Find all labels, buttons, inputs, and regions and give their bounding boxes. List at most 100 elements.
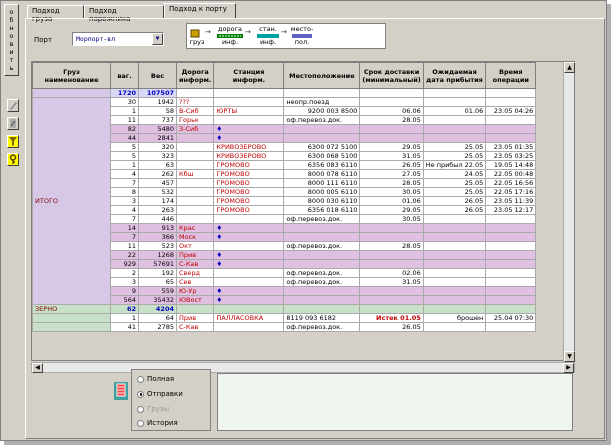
deadline-cell[interactable] [359,250,424,260]
operation-time-cell[interactable] [485,286,537,296]
column-header[interactable]: ваг. [110,62,139,89]
wagons-cell[interactable]: 9 [110,286,139,296]
location-cell[interactable]: 6356 018 6110 [283,205,361,215]
operation-time-cell[interactable]: 23.05 04:26 [485,106,537,116]
expand-marker-icon[interactable]: ♦ [213,295,285,305]
wagons-cell[interactable]: 564 [110,295,139,305]
deadline-cell[interactable]: 30.05 [359,214,424,224]
expected-date-cell[interactable] [422,124,487,134]
tool-key-icon[interactable] [7,153,19,166]
expand-marker-icon[interactable]: ♦ [213,232,285,242]
total-wagons[interactable]: 1720 [110,88,139,98]
deadline-cell[interactable]: 28.05 [359,241,424,251]
deadline-cell[interactable] [359,97,424,107]
station-cell[interactable] [213,97,285,107]
expected-date-cell[interactable]: 26.05 [422,205,487,215]
expected-date-cell[interactable]: Не прибыл 22.05 [422,160,487,170]
wagons-cell[interactable]: 1 [110,106,139,116]
expected-date-cell[interactable] [422,286,487,296]
station-cell[interactable]: ГРОМОВО [213,187,285,197]
vertical-scrollbar[interactable]: ▲ ▼ [563,62,575,362]
expected-date-cell[interactable]: 24.05 [422,169,487,179]
weight-cell[interactable]: 323 [138,151,177,161]
wagons-cell[interactable]: 7 [110,178,139,188]
column-header[interactable]: Дорога информ. [175,62,215,89]
weight-cell[interactable]: 192 [138,268,177,278]
wagons-cell[interactable]: 2 [110,268,139,278]
road-cell[interactable]: Прив [175,250,215,260]
weight-cell[interactable]: 737 [138,115,177,125]
expected-date-cell[interactable] [422,295,487,305]
operation-time-cell[interactable]: 23.05 12:17 [485,205,537,215]
operation-time-cell[interactable] [485,250,537,260]
port-select[interactable]: Морпорт-вл ▼ [72,32,164,46]
location-cell[interactable]: 8000 030 6110 [283,196,361,206]
operation-time-cell[interactable] [485,214,537,224]
wagons-cell[interactable]: 11 [110,115,139,125]
location-cell[interactable]: 8000 005 6110 [283,187,361,197]
weight-cell[interactable]: 2841 [138,133,177,143]
empty-cell[interactable] [283,88,361,98]
group-cell[interactable] [32,313,111,323]
column-header[interactable]: Местоположение [283,62,361,89]
expand-marker-icon[interactable]: ♦ [213,133,285,143]
location-cell[interactable] [283,124,361,134]
wagons-cell[interactable]: 44 [110,133,139,143]
weight-cell[interactable]: 2785 [138,322,177,332]
location-cell[interactable] [283,133,361,143]
table-row[interactable]: 41 2785 С-Кав оф.перевоз.док. 26.05 [32,322,537,332]
wagons-cell[interactable]: 1 [110,160,139,170]
expand-marker-icon[interactable]: ♦ [213,286,285,296]
deadline-cell[interactable]: 26.05 [359,160,424,170]
weight-cell[interactable]: 457 [138,178,177,188]
empty-cell[interactable] [359,88,424,98]
weight-cell[interactable]: 57691 [138,259,177,269]
expected-date-cell[interactable]: 26.05 [422,196,487,206]
road-cell[interactable]: Кбш [175,169,215,179]
deadline-cell[interactable]: 31.05 [359,277,424,287]
operation-time-cell[interactable] [485,241,537,251]
location-cell[interactable]: оф.перевоз.док. [283,115,361,125]
station-cell[interactable]: КРИВОЗЕРОВО [213,151,285,161]
station-cell[interactable]: ГРОМОВО [213,160,285,170]
expected-date-cell[interactable]: 01.06 [422,106,487,116]
expected-date-cell[interactable] [422,268,487,278]
wagons-cell[interactable]: 41 [110,322,139,332]
weight-cell[interactable]: 35432 [138,295,177,305]
station-cell[interactable] [213,241,285,251]
road-cell[interactable] [175,214,215,224]
location-cell[interactable]: оф.перевоз.док. [283,214,361,224]
radio-full[interactable]: Полная [137,375,174,383]
location-cell[interactable]: 6356 083 6110 [283,160,361,170]
group-cell[interactable] [32,322,111,332]
deadline-cell[interactable]: 29.05 [359,205,424,215]
road-cell[interactable] [175,160,215,170]
wagons-cell[interactable]: 7 [110,232,139,242]
location-cell[interactable]: 8000 111 6110 [283,178,361,188]
expected-date-cell[interactable] [422,133,487,143]
expected-date-cell[interactable] [422,214,487,224]
empty-cell[interactable] [422,304,487,314]
operation-time-cell[interactable] [485,115,537,125]
tab-port-approach[interactable]: Подход к порту [164,3,236,18]
wagons-cell[interactable]: 14 [110,223,139,233]
deadline-cell[interactable]: 28.05 [359,178,424,188]
road-cell[interactable] [175,133,215,143]
wagons-cell[interactable]: 30 [110,97,139,107]
road-cell[interactable] [175,151,215,161]
expected-date-cell[interactable]: брошен [422,313,487,323]
deadline-cell[interactable] [359,133,424,143]
deadline-cell[interactable] [359,223,424,233]
location-cell[interactable] [283,223,361,233]
deadline-cell[interactable] [359,259,424,269]
location-cell[interactable] [283,286,361,296]
station-cell[interactable]: ЮРТЫ [213,106,285,116]
deadline-cell[interactable]: 01.06 [359,196,424,206]
location-cell[interactable] [283,295,361,305]
location-cell[interactable]: 8000 078 6110 [283,169,361,179]
operation-time-cell[interactable]: 19.05 14:48 [485,160,537,170]
operation-time-cell[interactable] [485,259,537,269]
road-cell[interactable]: Ю-Ур [175,286,215,296]
column-header[interactable]: Время операции [485,62,537,89]
expand-marker-icon[interactable]: ♦ [213,259,285,269]
